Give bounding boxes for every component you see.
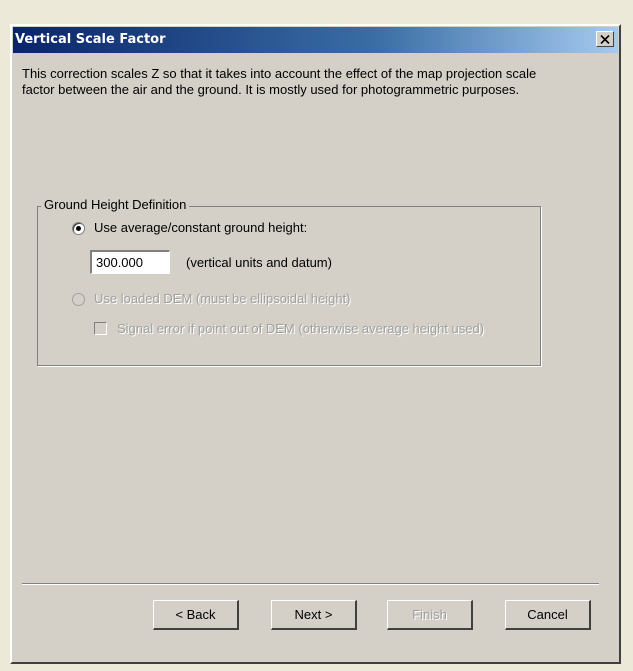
description-text: This correction scales Z so that it take… — [22, 66, 537, 97]
radio-use-dem[interactable] — [72, 293, 85, 306]
radio-selected-dot — [76, 226, 81, 231]
ground-height-input[interactable] — [90, 250, 170, 274]
close-button[interactable] — [596, 31, 614, 47]
signal-error-checkbox[interactable] — [94, 322, 107, 335]
height-units-label: (vertical units and datum) — [186, 255, 332, 270]
cancel-button[interactable]: Cancel — [505, 600, 591, 630]
finish-button[interactable]: Finish — [387, 600, 473, 630]
groupbox-legend: Ground Height Definition — [41, 197, 190, 212]
radio-constant-height-label[interactable]: Use average/constant ground height: — [94, 220, 307, 235]
signal-error-label[interactable]: Signal error if point out of DEM (otherw… — [117, 321, 484, 336]
close-icon — [600, 34, 610, 44]
footer-separator — [22, 583, 599, 585]
window-title: Vertical Scale Factor — [15, 32, 166, 47]
radio-use-dem-label[interactable]: Use loaded DEM (must be ellipsoidal heig… — [94, 291, 351, 306]
title-bar[interactable]: Vertical Scale Factor — [13, 27, 618, 53]
radio-constant-height[interactable] — [72, 222, 85, 235]
next-button[interactable]: Next > — [271, 600, 357, 630]
back-button[interactable]: < Back — [153, 600, 239, 630]
